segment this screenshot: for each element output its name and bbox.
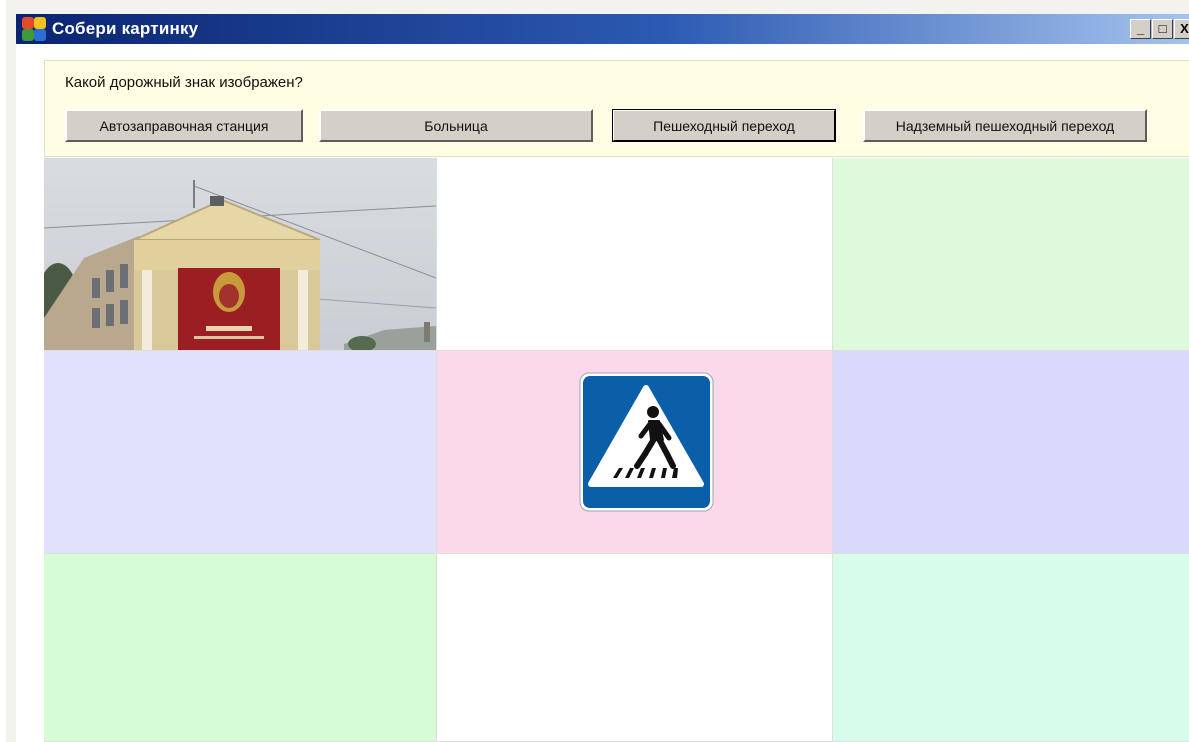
puzzle-tile-2[interactable] (437, 158, 833, 351)
window-client-area: Какой дорожный знак изображен? Автозапра… (16, 44, 1189, 742)
answer-button-pedestrian-crossing[interactable]: Пешеходный переход (612, 109, 836, 142)
pedestrian-crossing-sign-icon (579, 372, 714, 512)
minimize-button[interactable]: _ (1130, 19, 1151, 39)
puzzle-tile-8[interactable] (437, 554, 833, 742)
window-controls: _ □ X (1130, 19, 1189, 39)
title-bar[interactable]: Собери картинку _ □ X (16, 14, 1189, 44)
puzzle-tile-6[interactable] (833, 351, 1189, 554)
building-photo-fragment (44, 158, 436, 350)
answer-button-hospital[interactable]: Больница (319, 109, 593, 142)
maximize-button[interactable]: □ (1152, 19, 1173, 39)
window-title: Собери картинку (52, 19, 199, 38)
answer-button-overpass-crossing[interactable]: Надземный пешеходный переход (863, 109, 1147, 142)
answer-button-gas-station[interactable]: Автозаправочная станция (65, 109, 303, 142)
puzzle-tile-4[interactable] (44, 351, 437, 554)
puzzle-grid (44, 158, 1189, 742)
puzzle-tile-9[interactable] (833, 554, 1189, 742)
puzzle-tile-1[interactable] (44, 158, 437, 351)
app-window: Собери картинку _ □ X Какой дорожный зна… (0, 0, 1189, 742)
close-button[interactable]: X (1174, 19, 1189, 39)
question-label: Какой дорожный знак изображен? (65, 74, 303, 91)
puzzle-tile-5[interactable] (437, 351, 833, 554)
question-panel: Какой дорожный знак изображен? Автозапра… (44, 60, 1189, 157)
puzzle-app-icon (22, 17, 48, 41)
puzzle-tile-3[interactable] (833, 158, 1189, 351)
puzzle-tile-7[interactable] (44, 554, 437, 742)
